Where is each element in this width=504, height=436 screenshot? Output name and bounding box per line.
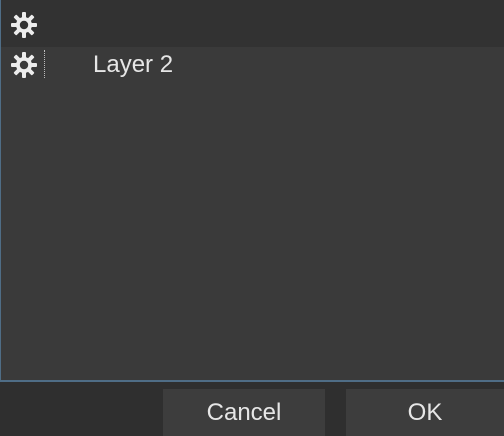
layer-list[interactable]: Layer 2	[0, 0, 504, 381]
gear-icon[interactable]	[10, 51, 38, 79]
layer-row[interactable]: Layer 2	[1, 47, 504, 83]
layer-name-label: Layer 2	[93, 51, 174, 78]
layer-dialog: Layer 2 Cancel OK	[0, 0, 504, 436]
gear-icon[interactable]	[10, 11, 38, 39]
cancel-button[interactable]: Cancel	[163, 389, 325, 436]
layer-list-header-row[interactable]	[1, 0, 504, 47]
dialog-footer: Cancel OK	[0, 382, 504, 436]
row-divider	[44, 50, 45, 78]
ok-button[interactable]: OK	[346, 389, 504, 436]
